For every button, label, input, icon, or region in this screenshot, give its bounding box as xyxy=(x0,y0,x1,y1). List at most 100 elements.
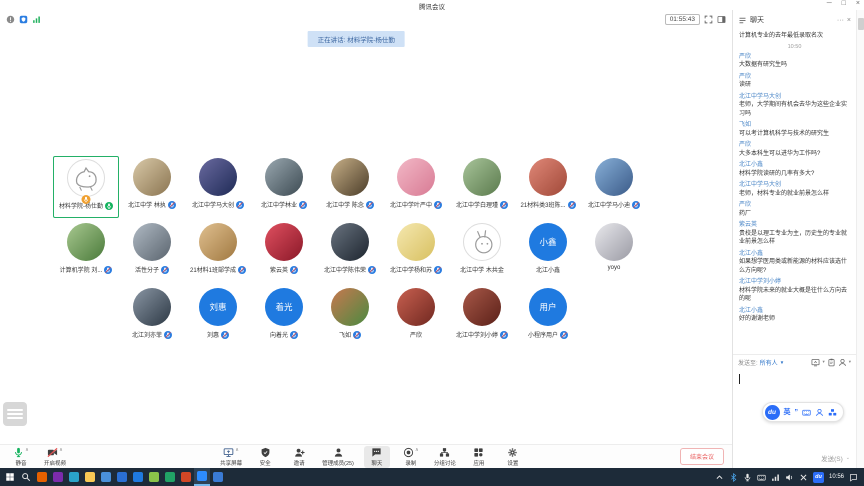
participant-row: 计算机学院 刘...活性分子21材料1班郜学成紫云英北江中学陈伟荣北江中学杨和苏… xyxy=(0,221,716,286)
ime-keyboard-icon[interactable] xyxy=(802,408,811,417)
taskbar-app-icon[interactable] xyxy=(194,468,210,486)
avatar-photo xyxy=(265,223,303,261)
participant-tile[interactable]: 小鑫北江小鑫 xyxy=(515,221,581,283)
ime-lang-toggle[interactable]: 英 xyxy=(784,407,791,417)
caret-up-icon[interactable]: ∧ xyxy=(59,447,63,453)
participant-tile[interactable]: 用户小程序用户 xyxy=(515,286,581,348)
tray-xkey-icon[interactable] xyxy=(799,473,808,482)
participant-tile[interactable]: 刘惠刘惠 xyxy=(185,286,251,348)
participant-tile[interactable]: 材料学院-杨仕勤 xyxy=(53,156,119,218)
taskbar-clock[interactable]: 10:56 xyxy=(829,474,844,480)
participant-name: 飞如 xyxy=(339,330,361,339)
send-button[interactable]: 发送(S) xyxy=(821,453,843,463)
taskbar-app-icon[interactable] xyxy=(146,468,162,486)
chat-more-icon[interactable]: ··· xyxy=(837,17,844,24)
participant-tile[interactable]: 21材料1班郜学成 xyxy=(185,221,251,283)
participant-tile[interactable]: 北江中学杨和苏 xyxy=(383,221,449,283)
participant-tile[interactable]: 北江中学马小迪 xyxy=(581,156,647,218)
taskbar-app-icon[interactable] xyxy=(98,468,114,486)
taskbar-app-icon[interactable] xyxy=(34,468,50,486)
participant-tile[interactable]: 严欣 xyxy=(383,286,449,348)
toolbar-record-button[interactable]: ∧录制 xyxy=(398,446,424,468)
tray-micsm-icon[interactable] xyxy=(743,473,752,482)
ime-profile-icon[interactable] xyxy=(815,408,824,417)
participant-tile[interactable]: 北江中学 林执 xyxy=(119,156,185,218)
tray-net-icon[interactable] xyxy=(771,473,780,482)
chat-close-icon[interactable]: × xyxy=(847,17,851,24)
taskbar-app-icon[interactable] xyxy=(114,468,130,486)
send-options-caret-icon[interactable]: ⌄ xyxy=(846,455,850,461)
ime-toolbar[interactable]: du 英 ” xyxy=(762,402,845,422)
taskbar-search-icon[interactable] xyxy=(18,468,34,486)
toolbar-members-button[interactable]: 管理成员(25) xyxy=(320,446,356,468)
mention-member-icon[interactable] xyxy=(838,358,847,367)
toolbar-screen-share-button[interactable]: ∧共享屏幕 xyxy=(218,446,244,468)
maximize-button[interactable]: □ xyxy=(842,0,846,7)
participant-name-text: 北江中学林业 xyxy=(261,200,297,209)
layout-widget[interactable] xyxy=(3,402,27,426)
participant-tile[interactable]: yoyo xyxy=(581,221,647,283)
participant-tile[interactable]: 紫云英 xyxy=(251,221,317,283)
tray-bluetooth-icon[interactable] xyxy=(729,473,738,482)
participant-name-text: 北江刘亦菲 xyxy=(132,330,162,339)
participant-tile[interactable]: 北江中学 陈念 xyxy=(317,156,383,218)
caret-up-icon[interactable]: ∧ xyxy=(415,447,419,453)
participant-tile[interactable]: 活性分子 xyxy=(119,221,185,283)
side-strip-handle[interactable] xyxy=(858,18,864,30)
toolbar-settings-button[interactable]: 设置 xyxy=(500,446,526,468)
toolbar-invite-button[interactable]: 邀请 xyxy=(286,446,312,468)
meeting-info-icon[interactable] xyxy=(6,15,15,24)
tray-keyboard-icon[interactable] xyxy=(757,473,766,482)
toolbar-apps-button[interactable]: 应用 xyxy=(466,446,492,468)
participant-tile[interactable]: 北江中学白理瑾 xyxy=(449,156,515,218)
minimize-button[interactable]: ─ xyxy=(827,0,832,7)
participant-tile[interactable]: 北江刘亦菲 xyxy=(119,286,185,348)
taskbar-app-icon[interactable] xyxy=(178,468,194,486)
participant-tile[interactable]: 北江中学陈伟荣 xyxy=(317,221,383,283)
participant-tile[interactable]: 北江中学林业 xyxy=(251,156,317,218)
avatar xyxy=(595,158,633,196)
participant-tile[interactable]: 北江中学叶严中 xyxy=(383,156,449,218)
participant-tile[interactable]: 21材料类3班陈... xyxy=(515,156,581,218)
taskbar-app-icon[interactable] xyxy=(82,468,98,486)
ime-punct-toggle[interactable]: ” xyxy=(795,409,799,416)
participant-tile[interactable]: 北江中学马大创 xyxy=(185,156,251,218)
layout-switch-icon[interactable] xyxy=(717,15,726,24)
participant-name-text: 向着光 xyxy=(270,330,288,339)
chat-list-icon[interactable] xyxy=(738,16,747,25)
toolbar-camera-off-button[interactable]: ∧开启视频 xyxy=(42,446,68,468)
avatar xyxy=(265,158,303,196)
toolbar-mic-button[interactable]: ∧静音 xyxy=(8,446,34,468)
send-to-selector[interactable]: 所有人 xyxy=(760,358,778,367)
tray-speaker-icon[interactable] xyxy=(785,473,794,482)
baidu-ime-tray-icon[interactable]: du xyxy=(813,472,824,483)
taskbar-app-icon[interactable] xyxy=(66,468,82,486)
fullscreen-icon[interactable] xyxy=(704,15,713,24)
participant-tile[interactable]: 着光向着光 xyxy=(251,286,317,348)
taskbar-app-icon[interactable] xyxy=(162,468,178,486)
taskbar-app-icon[interactable] xyxy=(210,468,226,486)
taskbar-app-icon[interactable] xyxy=(50,468,66,486)
chat-message-list[interactable]: 计算机专业的去年最低录取名次10:50严欣大数据有研究生吗严欣读研北江中学马大创… xyxy=(733,30,856,354)
toolbar-breakout-button[interactable]: 分组讨论 xyxy=(432,446,458,468)
tray-caretup-icon[interactable] xyxy=(715,473,724,482)
taskbar-app-icon[interactable] xyxy=(130,468,146,486)
end-meeting-button[interactable]: 结束会议 xyxy=(680,448,724,465)
participant-tile[interactable]: 飞如 xyxy=(317,286,383,348)
start-button[interactable] xyxy=(2,468,18,486)
caret-up-icon[interactable]: ∧ xyxy=(235,447,239,453)
security-shield-icon[interactable] xyxy=(19,15,28,24)
baidu-ime-logo[interactable]: du xyxy=(765,405,780,420)
participant-tile[interactable]: 北江中学刘小婷 xyxy=(449,286,515,348)
file-icon[interactable] xyxy=(827,358,836,367)
action-center-icon[interactable] xyxy=(849,473,858,482)
toolbar-shield-button[interactable]: 安全 xyxy=(252,446,278,468)
participant-tile[interactable]: 北江中学 木共金 xyxy=(449,221,515,283)
participant-name: 北江中学 林执 xyxy=(128,200,176,209)
close-button[interactable]: × xyxy=(856,0,860,7)
participant-tile[interactable]: 计算机学院 刘... xyxy=(53,221,119,283)
screenshot-icon[interactable] xyxy=(811,358,820,367)
caret-up-icon[interactable]: ∧ xyxy=(25,447,29,453)
ime-menu-icon[interactable] xyxy=(828,408,837,417)
toolbar-chat-button[interactable]: 聊天 xyxy=(364,446,390,468)
